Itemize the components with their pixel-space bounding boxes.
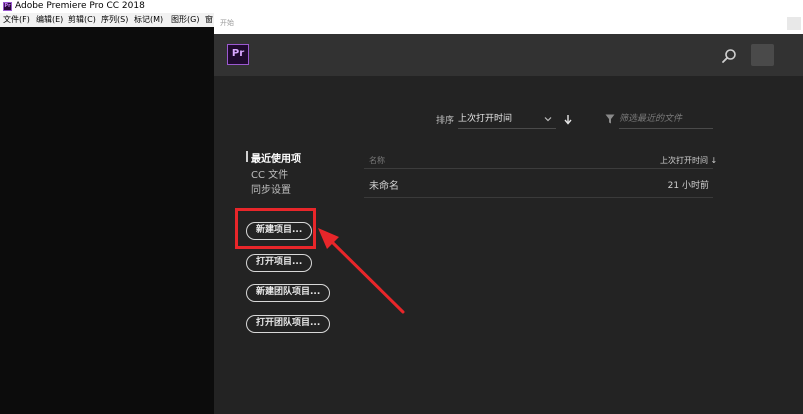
column-header-last-opened[interactable]: 上次打开时间 ↓ xyxy=(660,155,717,166)
column-header-name: 名称 xyxy=(369,156,385,165)
open-team-project-button[interactable]: 打开团队项目... xyxy=(246,315,331,333)
recent-file-name: 未命名 xyxy=(369,181,399,192)
sort-dropdown[interactable]: 上次打开时间 xyxy=(458,110,556,129)
start-dialog: 开始 Pr 排序 上次打开时间 最近使用项 CC 文件 同步设置 新建项目...… xyxy=(214,13,803,414)
dialog-title: 开始 xyxy=(220,19,234,27)
menu-marker[interactable]: 标记(M) xyxy=(134,13,163,27)
annotation-highlight-box xyxy=(235,208,316,249)
filter-funnel-icon xyxy=(605,114,615,124)
app-title: Adobe Premiere Pro CC 2018 xyxy=(15,1,145,11)
nav-active-marker xyxy=(246,151,248,162)
nav-item-sync-settings[interactable]: 同步设置 xyxy=(251,181,291,196)
recent-file-time: 21 小时前 xyxy=(667,181,709,191)
dialog-header: Pr xyxy=(214,34,803,76)
filter-recent-input[interactable] xyxy=(619,110,713,129)
open-project-button[interactable]: 打开项目... xyxy=(246,254,313,272)
table-row[interactable]: 未命名 21 小时前 xyxy=(364,173,713,198)
dialog-close-button[interactable] xyxy=(787,17,801,30)
menu-window[interactable]: 窗 xyxy=(205,13,213,27)
menu-clip[interactable]: 剪辑(C) xyxy=(68,13,96,27)
sort-dropdown-value: 上次打开时间 xyxy=(458,114,513,124)
app-titlebar: Pr Adobe Premiere Pro CC 2018 xyxy=(0,0,803,13)
sort-direction-arrow-icon[interactable] xyxy=(564,114,572,125)
premiere-logo-icon: Pr xyxy=(227,44,249,65)
avatar[interactable] xyxy=(751,44,774,66)
search-icon[interactable] xyxy=(721,48,737,64)
nav-item-recent[interactable]: 最近使用项 xyxy=(251,150,301,165)
table-header-divider xyxy=(364,168,713,169)
sort-label: 排序 xyxy=(436,116,455,126)
chevron-down-icon xyxy=(544,117,552,122)
menu-graphics[interactable]: 图形(G) xyxy=(171,13,199,27)
premiere-app-icon: Pr xyxy=(3,2,12,11)
dialog-titlebar: 开始 xyxy=(214,13,803,34)
menu-file[interactable]: 文件(F) xyxy=(3,13,30,27)
menu-edit[interactable]: 编辑(E) xyxy=(36,13,63,27)
nav-item-cc-files[interactable]: CC 文件 xyxy=(251,166,288,181)
new-team-project-button[interactable]: 新建团队项目... xyxy=(246,284,331,302)
menu-sequence[interactable]: 序列(S) xyxy=(101,13,128,27)
